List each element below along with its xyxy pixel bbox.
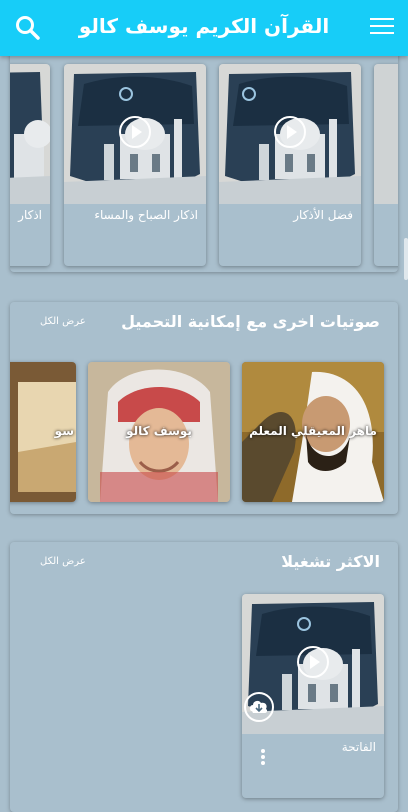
card-label: اذكار bbox=[18, 208, 42, 222]
app-bar: القرآن الكريم يوسف كالو bbox=[0, 0, 408, 56]
reciter-card-partial[interactable]: سو bbox=[10, 362, 76, 502]
section-title: صوتيات اخرى مع إمكانية التحميل bbox=[121, 312, 380, 331]
card-fadl-al-adhkar[interactable]: فضل الأذكار bbox=[219, 64, 361, 266]
section-title: الاكثر تشغيلا bbox=[281, 552, 380, 571]
most-played-section: الاكثر تشغيلا عرض الكل الفاتحة bbox=[10, 542, 398, 812]
menu-icon[interactable] bbox=[370, 18, 394, 38]
reciter-name: سو bbox=[54, 424, 74, 438]
see-all-link[interactable]: عرض الكل bbox=[40, 316, 86, 327]
card-partial-right[interactable] bbox=[374, 64, 398, 266]
reciters-section: صوتيات اخرى مع إمكانية التحميل عرض الكل … bbox=[10, 302, 398, 514]
reciter-name: يوسف كالو bbox=[126, 424, 192, 438]
mosque-thumbnail bbox=[10, 64, 50, 204]
card-label: الفاتحة bbox=[341, 740, 376, 754]
card-al-fatiha[interactable]: الفاتحة bbox=[242, 594, 384, 798]
reciter-card-maher[interactable]: ماهر المعيقلي المعلم bbox=[242, 362, 384, 502]
card-label: فضل الأذكار bbox=[293, 208, 353, 222]
play-icon[interactable] bbox=[119, 116, 151, 148]
more-vert-icon[interactable] bbox=[260, 748, 266, 766]
card-partial-left[interactable]: اذكار bbox=[10, 64, 50, 266]
section-header: صوتيات اخرى مع إمكانية التحميل عرض الكل bbox=[10, 302, 398, 342]
adhkar-section: فضل الأذكار اذكار الصباح والمساء اذكار bbox=[10, 46, 398, 272]
download-cloud-icon[interactable] bbox=[244, 692, 274, 722]
see-all-link[interactable]: عرض الكل bbox=[40, 556, 86, 567]
play-icon[interactable] bbox=[297, 646, 329, 678]
section-header: الاكثر تشغيلا عرض الكل bbox=[10, 542, 398, 582]
app-title: القرآن الكريم يوسف كالو bbox=[78, 14, 330, 38]
scrollbar[interactable] bbox=[404, 238, 408, 280]
card-label: اذكار الصباح والمساء bbox=[94, 208, 198, 222]
reciter-name: ماهر المعيقلي المعلم bbox=[249, 424, 377, 438]
search-icon[interactable] bbox=[14, 14, 42, 42]
reciter-card-yousef[interactable]: يوسف كالو bbox=[88, 362, 230, 502]
play-icon[interactable] bbox=[274, 116, 306, 148]
card-adhkar-sabah-masaa[interactable]: اذكار الصباح والمساء bbox=[64, 64, 206, 266]
